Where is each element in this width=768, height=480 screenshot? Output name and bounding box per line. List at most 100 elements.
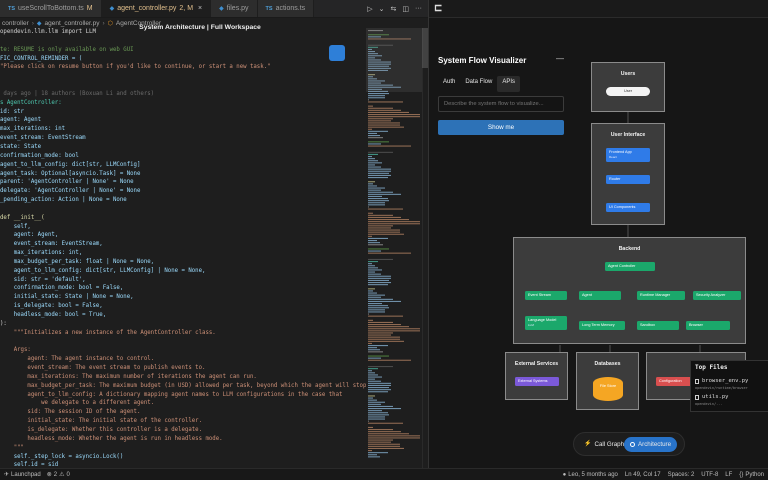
node-sandbox[interactable]: Sandbox: [637, 321, 679, 330]
node-agent-controller[interactable]: Agent Controller: [605, 262, 655, 271]
code-line[interactable]: initial_state: The initial state of the …: [0, 417, 366, 426]
code-line[interactable]: agent_to_llm_config: A dictionary mappin…: [0, 391, 366, 400]
launchpad-label: Launchpad: [11, 471, 41, 478]
code-line[interactable]: max_iterations: The maximum number of it…: [0, 373, 366, 382]
code-line[interactable]: Args:: [0, 346, 366, 355]
node-agent[interactable]: Agent: [579, 291, 621, 300]
node-ui-components[interactable]: UI Components: [606, 203, 650, 212]
code-line[interactable]: max_iterations: int,: [0, 249, 366, 258]
code-line[interactable]: """Initializes a new instance of the Age…: [0, 329, 366, 338]
code-line[interactable]: confirmation_mode: bool = False,: [0, 284, 366, 293]
node-label: Frontend App: [609, 150, 632, 154]
code-editor[interactable]: opendevin.llm.llm import LLM te: RESUME i…: [0, 28, 366, 468]
code-line[interactable]: "Please click on resume button if you'd …: [0, 63, 366, 72]
node-file-store[interactable]: File Store: [593, 377, 623, 401]
node-browser[interactable]: Browser: [686, 321, 730, 330]
node-language-model[interactable]: Language Model LLM: [525, 316, 567, 330]
tab-use-scroll-to-bottom[interactable]: TS useScrollToBottom.ts M: [0, 0, 102, 17]
code-line[interactable]: te: RESUME is only available on web GUI: [0, 46, 366, 55]
tab-data-flow[interactable]: Data Flow: [460, 76, 497, 92]
code-line[interactable]: agent_to_llm_config: dict[str, LLMConfig…: [0, 161, 366, 170]
node-user[interactable]: User: [606, 87, 650, 96]
workspace-action-button[interactable]: [329, 45, 345, 61]
code-line[interactable]: agent_task: Optional[asyncio.Task] = Non…: [0, 170, 366, 179]
git-blame[interactable]: ● Leo, 5 months ago: [563, 472, 618, 478]
code-line[interactable]: delegate: 'AgentController | None' = Non…: [0, 187, 366, 196]
code-line[interactable]: [0, 205, 366, 214]
code-line[interactable]: [0, 72, 366, 81]
code-line[interactable]: is_delegate: Whether this controller is …: [0, 426, 366, 435]
run-icon[interactable]: ▷: [367, 5, 372, 13]
code-line[interactable]: headless_mode: bool = True,: [0, 311, 366, 320]
language-mode[interactable]: {} Python: [739, 472, 764, 478]
top-file-item[interactable]: browser_env.py: [695, 378, 748, 384]
tab-actions[interactable]: TS actions.ts: [257, 0, 315, 17]
code-line[interactable]: state: State: [0, 143, 366, 152]
code-line[interactable]: agent_to_llm_config: dict[str, LLMConfig…: [0, 267, 366, 276]
code-line[interactable]: max_budget_per_task: The maximum budget …: [0, 382, 366, 391]
breadcrumb-item[interactable]: controller: [2, 20, 29, 27]
code-line[interactable]: parent: 'AgentController | None' = None: [0, 178, 366, 187]
file-icon: [695, 379, 699, 384]
node-event-stream[interactable]: Event Stream: [525, 291, 567, 300]
code-line[interactable]: agent: Agent: [0, 116, 366, 125]
minimap-slider[interactable]: [366, 28, 422, 92]
launchpad-button[interactable]: ✈ Launchpad: [4, 471, 41, 479]
architecture-button[interactable]: Architecture: [624, 437, 678, 452]
more-actions-icon[interactable]: ···: [415, 5, 422, 12]
code-line[interactable]: [0, 37, 366, 46]
code-line[interactable]: [0, 81, 366, 90]
call-graph-button[interactable]: ⚡ Call Graph: [578, 437, 630, 452]
split-editor-icon[interactable]: ◫: [402, 5, 409, 13]
code-line[interactable]: id: str: [0, 108, 366, 117]
code-line[interactable]: sid: The session ID of the agent.: [0, 408, 366, 417]
code-line[interactable]: self,: [0, 223, 366, 232]
code-line[interactable]: self.id = sid: [0, 461, 366, 468]
chevron-down-icon[interactable]: ⌄: [379, 5, 385, 13]
node-security-analyzer[interactable]: Security Analyzer: [693, 291, 741, 300]
code-line[interactable]: agent: The agent instance to control.: [0, 355, 366, 364]
code-line[interactable]: days ago | 18 authors (Boxuan Li and oth…: [0, 90, 366, 99]
code-line[interactable]: we delegate to a different agent.: [0, 399, 366, 408]
code-line[interactable]: _pending_action: Action | None = None: [0, 196, 366, 205]
breadcrumb-item[interactable]: agent_controller.py: [45, 20, 100, 27]
problems-indicator[interactable]: ⊗ 2 ⚠ 0: [47, 471, 70, 479]
minimap[interactable]: [366, 28, 428, 468]
editor-tab-bar: TS useScrollToBottom.ts M ◆ agent_contro…: [0, 0, 428, 18]
code-line[interactable]: agent: Agent,: [0, 231, 366, 240]
code-line[interactable]: headless_mode: Whether the agent is run …: [0, 435, 366, 444]
node-long-term-memory[interactable]: Long Term Memory: [579, 321, 625, 330]
compare-icon[interactable]: ⇆: [391, 5, 397, 13]
code-line[interactable]: event_stream: EventStream: [0, 134, 366, 143]
code-line[interactable]: is_delegate: bool = False,: [0, 302, 366, 311]
code-line[interactable]: event_stream: The event stream to publis…: [0, 364, 366, 373]
indentation[interactable]: Spaces: 2: [668, 472, 695, 478]
code-line[interactable]: max_budget_per_task: float | None = None…: [0, 258, 366, 267]
node-external-systems[interactable]: External Systems: [515, 377, 559, 386]
tab-files[interactable]: ◆ files.py: [211, 0, 258, 17]
tab-auth[interactable]: Auth: [438, 76, 460, 92]
code-line[interactable]: """: [0, 444, 366, 453]
cursor-position[interactable]: Ln 49, Col 17: [625, 472, 661, 478]
close-icon[interactable]: ×: [198, 5, 202, 12]
code-line[interactable]: self._step_lock = asyncio.Lock(): [0, 453, 366, 462]
code-line[interactable]: initial_state: State | None = None,: [0, 293, 366, 302]
code-line[interactable]: confirmation_mode: bool: [0, 152, 366, 161]
code-line[interactable]: max_iterations: int: [0, 125, 366, 134]
node-runtime-manager[interactable]: Runtime Manager: [637, 291, 685, 300]
node-router[interactable]: Router: [606, 175, 650, 184]
code-line[interactable]: s AgentController:: [0, 99, 366, 108]
code-line[interactable]: def __init__(: [0, 214, 366, 223]
encoding[interactable]: UTF-8: [701, 472, 718, 478]
tab-agent-controller[interactable]: ◆ agent_controller.py 2, M ×: [101, 0, 212, 17]
code-line[interactable]: ):: [0, 320, 366, 329]
code-line[interactable]: [0, 338, 366, 347]
line-ending[interactable]: LF: [725, 472, 732, 478]
code-line[interactable]: FIC_CONTROL_REMINDER = (: [0, 55, 366, 64]
minimap-line: [368, 248, 389, 250]
node-frontend-app[interactable]: Frontend App React: [606, 148, 650, 162]
code-line[interactable]: sid: str = 'default',: [0, 276, 366, 285]
minimap-line: [368, 412, 388, 414]
top-file-item[interactable]: utils.py: [695, 394, 729, 400]
code-line[interactable]: event_stream: EventStream,: [0, 240, 366, 249]
